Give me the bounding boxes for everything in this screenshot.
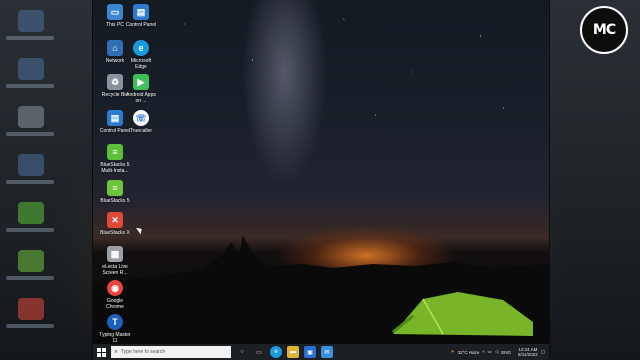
store-icon[interactable]: ▣ <box>304 346 316 358</box>
windows-logo-icon <box>96 347 106 357</box>
chrome-icon: ◉ <box>107 280 123 296</box>
truecaller-icon: ☏ <box>133 110 149 126</box>
start-button[interactable] <box>93 344 109 360</box>
desktop-icon-truecaller[interactable]: ☏ Truecaller <box>125 110 157 134</box>
system-tray: ☀ 32°C Haze ^ ▭ ◁ ENG 12:24 AM 8/11/2022… <box>448 344 549 360</box>
blurred-icon-column <box>0 0 70 360</box>
taskbar: ⌕ Type here to search ○ ▭ e ▬ ▣ ✉ ☀ 32°C… <box>93 344 549 360</box>
desktop-icon-bluestacks-x[interactable]: ✕ BlueStacks X <box>99 212 131 236</box>
desktop-icon-android-apps[interactable]: ▶ Android Apps on ... <box>125 74 157 104</box>
search-placeholder: Type here to search <box>121 349 166 355</box>
night-sky <box>93 0 549 240</box>
volume-icon[interactable]: ◁ <box>495 349 498 355</box>
notification-icon[interactable]: ▢ <box>541 349 545 355</box>
weather-text[interactable]: 32°C Haze <box>458 350 480 355</box>
bluestacks-multi-icon: ≡ <box>107 144 123 160</box>
computer-icon: ▭ <box>107 4 123 20</box>
bluestacks-x-icon: ✕ <box>107 212 123 228</box>
landscape-illustration <box>93 236 549 344</box>
edge-icon: e <box>133 40 149 56</box>
desktop-screen: ▭ This PC ▤ Control Panel ⌂ Network e Mi… <box>92 0 550 360</box>
desktop-icon-typing-master[interactable]: T Typing Master 11 <box>99 314 131 344</box>
chevron-up-icon[interactable]: ^ <box>482 350 484 355</box>
taskbar-search-box[interactable]: ⌕ Type here to search <box>111 346 231 358</box>
electa-icon: ▦ <box>107 246 123 262</box>
recycle-bin-icon: ♻ <box>107 74 123 90</box>
weather-icon: ☀ <box>450 349 455 354</box>
logo-initials: MC <box>592 22 616 38</box>
clock[interactable]: 12:24 AM 8/11/2022 <box>515 347 538 357</box>
search-icon: ⌕ <box>114 348 118 355</box>
desktop-icon-google-chrome[interactable]: ◉ Google Chrome <box>99 280 131 310</box>
bluestacks-icon: ≡ <box>107 180 123 196</box>
network-tray-icon[interactable]: ▭ <box>488 349 492 355</box>
channel-logo: MC <box>580 6 628 54</box>
task-view-icon[interactable]: ▭ <box>253 346 265 358</box>
desktop-icon-microsoft-edge[interactable]: e Microsoft Edge <box>125 40 157 70</box>
desktop-icon-bluestacks-5[interactable]: ≡ BlueStacks 5 <box>99 180 131 204</box>
desktop-icon-bluestacks-multi[interactable]: ≡ BlueStacks 5 Multi-Insta... <box>99 144 131 174</box>
control-panel-icon: ▤ <box>107 110 123 126</box>
clock-date: 8/11/2022 <box>518 352 538 357</box>
desktop-icon-electa[interactable]: ▦ eLecta Live Screen R... <box>99 246 131 276</box>
control-panel-icon: ▤ <box>133 4 149 20</box>
file-explorer-icon[interactable]: ▬ <box>287 346 299 358</box>
network-icon: ⌂ <box>107 40 123 56</box>
edge-taskbar-icon[interactable]: e <box>270 346 282 358</box>
typing-master-icon: T <box>107 314 123 330</box>
desktop-icon-control-panel[interactable]: ▤ Control Panel <box>125 4 157 28</box>
mail-icon[interactable]: ✉ <box>321 346 333 358</box>
cortana-icon[interactable]: ○ <box>236 346 248 358</box>
language-indicator[interactable]: ENG <box>501 350 511 355</box>
android-icon: ▶ <box>133 74 149 90</box>
